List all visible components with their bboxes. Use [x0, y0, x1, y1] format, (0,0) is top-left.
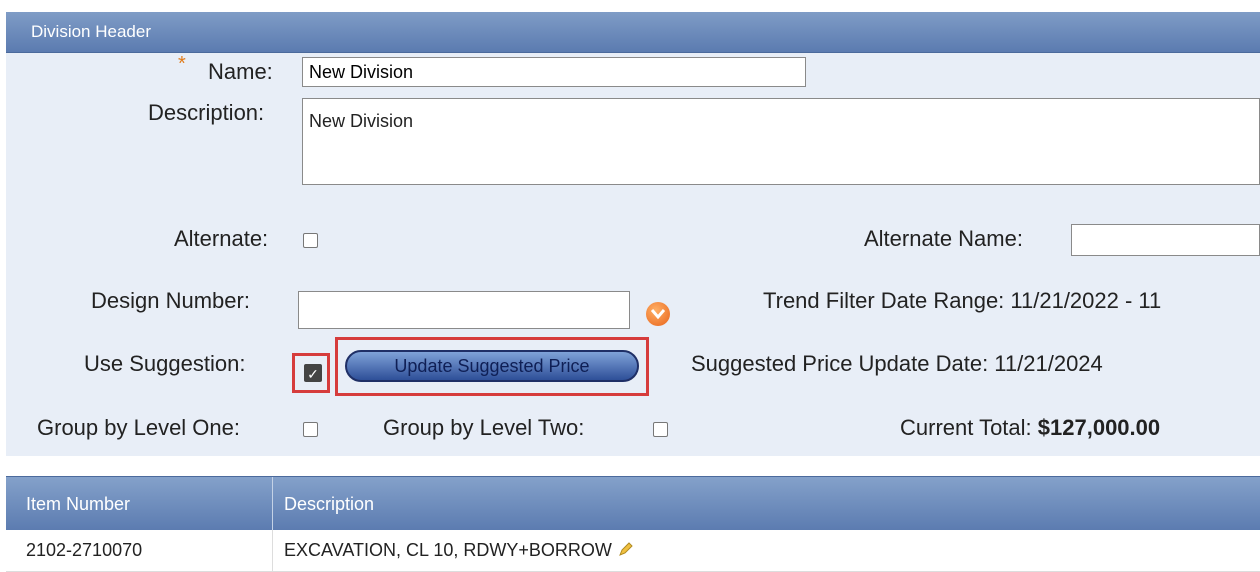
alternate-checkbox[interactable]: [303, 233, 318, 248]
column-header-description[interactable]: Description: [284, 477, 374, 531]
use-suggestion-checkbox[interactable]: ✓: [304, 364, 322, 382]
update-suggested-price-button[interactable]: Update Suggested Price: [345, 350, 639, 382]
group-level-one-label: Group by Level One:: [37, 415, 241, 440]
current-total-value: $127,000.00: [1037, 415, 1161, 440]
required-star-icon: *: [178, 53, 186, 75]
column-header-item-number[interactable]: Item Number: [26, 477, 130, 531]
name-input[interactable]: [302, 57, 806, 87]
alternate-name-label: Alternate Name:: [864, 226, 1023, 251]
alternate-label: Alternate:: [174, 226, 269, 251]
section-divider: [6, 456, 1260, 472]
grid-header: Item Number Description: [6, 476, 1260, 531]
column-separator: [272, 477, 273, 531]
design-number-label: Design Number:: [91, 288, 250, 313]
group-level-two-label: Group by Level Two:: [383, 415, 585, 440]
item-number-cell: 2102-2710070: [26, 540, 143, 560]
description-textarea[interactable]: New Division: [302, 98, 1260, 185]
chevron-down-icon[interactable]: [646, 302, 670, 326]
table-row[interactable]: 2102-2710070 EXCAVATION, CL 10, RDWY+BOR…: [6, 530, 1260, 572]
panel-title: Division Header: [31, 22, 151, 41]
description-text: EXCAVATION, CL 10, RDWY+BORROW: [284, 540, 612, 560]
group-level-one-checkbox[interactable]: [303, 422, 318, 437]
current-total: Current Total: $127,000.00: [900, 415, 1160, 441]
alternate-name-input[interactable]: [1071, 224, 1260, 256]
design-number-input[interactable]: [298, 291, 630, 329]
column-separator: [272, 530, 273, 571]
trend-filter-date-range: Trend Filter Date Range: 11/21/2022 - 11: [763, 288, 1162, 313]
pencil-icon[interactable]: [618, 541, 634, 562]
description-label: Description:: [148, 100, 265, 125]
name-label: Name:: [208, 59, 273, 84]
description-cell: EXCAVATION, CL 10, RDWY+BORROW: [284, 540, 634, 562]
suggested-price-update-date: Suggested Price Update Date: 11/21/2024: [691, 351, 1103, 376]
use-suggestion-label: Use Suggestion:: [84, 351, 246, 376]
division-form: * Name: Description: New Division Altern…: [6, 53, 1260, 456]
division-header-bar: Division Header: [6, 12, 1260, 53]
current-total-label: Current Total:: [900, 415, 1032, 440]
group-level-two-checkbox[interactable]: [653, 422, 668, 437]
